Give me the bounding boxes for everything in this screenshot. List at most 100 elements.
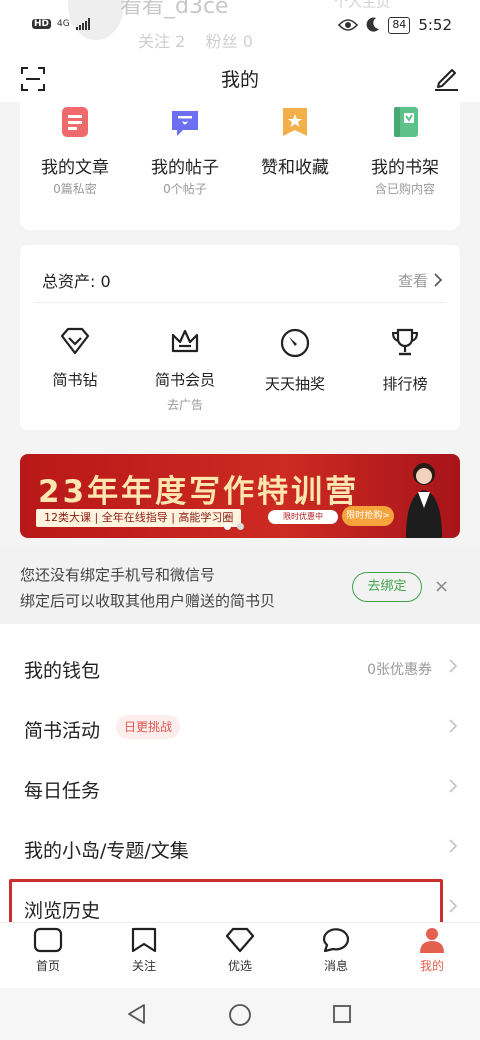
page-dot-active — [224, 523, 231, 530]
tool-lottery[interactable]: 天天抽奖 — [240, 327, 350, 417]
chevron-right-icon — [449, 779, 458, 793]
chevron-right-icon — [449, 839, 458, 853]
close-icon[interactable]: × — [434, 576, 449, 597]
menu-label: 我的小岛/专题/文集 — [24, 840, 189, 862]
bookshelf-icon — [394, 107, 418, 137]
banner-strip: 12类大课 | 全年在线指导 | 高能学习圈 — [36, 509, 242, 527]
clock: 5:52 — [418, 16, 452, 34]
banner-buy-button[interactable]: 限时抢购> — [342, 506, 394, 526]
system-nav-bar — [0, 988, 480, 1040]
tab-label: 优选 — [227, 959, 252, 973]
follow-label: 关注 — [138, 32, 171, 51]
total-assets: 总资产: 0 — [42, 272, 111, 291]
edit-icon[interactable] — [432, 64, 460, 92]
tab-home[interactable]: 首页 — [0, 923, 96, 988]
tool-ranking[interactable]: 排行榜 — [350, 327, 460, 417]
my-posts-item[interactable]: 我的帖子 0个帖子 — [130, 102, 240, 230]
post-icon — [172, 111, 198, 136]
menu-item-activities[interactable]: 简书活动 日更挑战 — [0, 698, 480, 758]
view-label: 查看 — [397, 271, 428, 290]
view-assets-link[interactable]: 查看 — [398, 270, 442, 291]
tool-label: 简书会员 — [154, 371, 215, 389]
page-title: 我的 — [220, 69, 259, 91]
hd-badge: HD — [32, 19, 52, 29]
menu-label: 我的钱包 — [24, 660, 101, 682]
bind-notice-title: 您还没有绑定手机号和微信号 — [20, 566, 216, 584]
network-type: 4G — [57, 19, 70, 29]
grid-sub: 含已购内容 — [374, 182, 435, 196]
grid-label: 我的帖子 — [151, 158, 219, 178]
assets-row[interactable]: 总资产: 0 查看 — [42, 267, 442, 293]
chevron-right-icon — [434, 273, 442, 287]
crown-icon — [171, 329, 199, 353]
diamond-tab-icon — [225, 927, 255, 953]
message-tab-icon — [322, 928, 350, 953]
divider — [34, 302, 446, 303]
banner-discount-label: 限时优惠中 — [268, 510, 338, 524]
grid-sub: 0篇私密 — [53, 182, 97, 196]
chevron-right-icon — [449, 899, 458, 913]
eye-icon — [338, 19, 359, 31]
coupon-count: 0张优惠券 — [367, 662, 432, 678]
home-icon[interactable] — [228, 1003, 252, 1027]
status-bar: 看看_d3ce 关注 2 粉丝 0 个人主页 HD 4G 84 5:52 — [0, 0, 480, 56]
tools-row: 简书钻 简书会员 去广告 天天抽奖 排行榜 — [20, 327, 460, 417]
tool-membership[interactable]: 简书会员 去广告 — [130, 327, 240, 417]
tool-sub: 去广告 — [166, 398, 203, 412]
menu-item-wallet[interactable]: 我的钱包 0张优惠券 — [0, 638, 480, 698]
tab-follow[interactable]: 关注 — [96, 923, 192, 988]
menu-item-daily-tasks[interactable]: 每日任务 — [0, 758, 480, 818]
assets-card: 总资产: 0 查看 简书钻 简书会员 去广告 天天抽奖 排行榜 — [20, 245, 460, 430]
presenter-image — [406, 463, 442, 538]
banner-title: 23年年度写作特训营 — [38, 474, 360, 510]
recent-apps-icon[interactable] — [332, 1004, 352, 1024]
trophy-icon — [391, 328, 419, 356]
tab-featured[interactable]: 优选 — [192, 923, 288, 988]
status-left: HD 4G — [32, 18, 90, 30]
menu-item-collections[interactable]: 我的小岛/专题/文集 — [0, 818, 480, 878]
tool-diamond[interactable]: 简书钻 — [20, 327, 130, 417]
star-icon — [283, 108, 307, 136]
bottom-tab-bar: 首页 关注 优选 消息 我的 — [0, 922, 480, 988]
signal-icon — [75, 18, 90, 30]
tab-messages[interactable]: 消息 — [288, 923, 384, 988]
follow-count: 2 — [175, 32, 186, 51]
likes-favorites-item[interactable]: 赞和收藏 — [240, 102, 350, 230]
bind-button[interactable]: 去绑定 — [352, 572, 422, 602]
content-card: 我的文章 0篇私密 我的帖子 0个帖子 赞和收藏 我的书架 含已购内容 — [20, 102, 460, 230]
my-articles-item[interactable]: 我的文章 0篇私密 — [20, 102, 130, 230]
daily-challenge-tag: 日更挑战 — [116, 715, 181, 739]
tab-label: 关注 — [131, 959, 156, 973]
profile-link[interactable]: 个人主页 — [334, 0, 390, 12]
tool-label: 排行榜 — [382, 375, 428, 393]
grid-sub: 0个帖子 — [163, 182, 207, 196]
chevron-right-icon — [449, 719, 458, 733]
tab-profile[interactable]: 我的 — [384, 923, 480, 988]
page-dot — [237, 523, 244, 530]
fans-label: 粉丝 — [205, 32, 238, 51]
chevron-right-icon — [449, 659, 458, 673]
bookmark-tab-icon — [131, 927, 157, 953]
home-tab-icon — [33, 927, 63, 953]
tool-label: 天天抽奖 — [264, 375, 325, 393]
diamond-icon — [60, 327, 90, 355]
back-icon[interactable] — [126, 1003, 148, 1025]
banner-pagination — [224, 523, 244, 530]
grid-label: 赞和收藏 — [261, 158, 329, 178]
profile-stats: 关注 2 粉丝 0 — [138, 28, 253, 52]
dial-icon — [280, 328, 310, 358]
top-header: 我的 — [0, 56, 480, 102]
menu-label: 简书活动 — [24, 720, 101, 742]
moon-icon — [366, 17, 380, 32]
fans-count: 0 — [242, 32, 253, 51]
profile-username: 看看_d3ce — [120, 0, 229, 19]
profile-tab-icon — [420, 928, 444, 953]
article-icon — [62, 107, 88, 137]
tab-label: 消息 — [323, 959, 348, 973]
bind-notice-desc: 绑定后可以收取其他用户赠送的简书贝 — [20, 592, 276, 610]
grid-label: 我的文章 — [41, 158, 109, 178]
bookshelf-item[interactable]: 我的书架 含已购内容 — [350, 102, 460, 230]
tab-label: 我的 — [419, 959, 444, 973]
grid-label: 我的书架 — [371, 158, 439, 178]
tab-label: 首页 — [35, 959, 60, 973]
